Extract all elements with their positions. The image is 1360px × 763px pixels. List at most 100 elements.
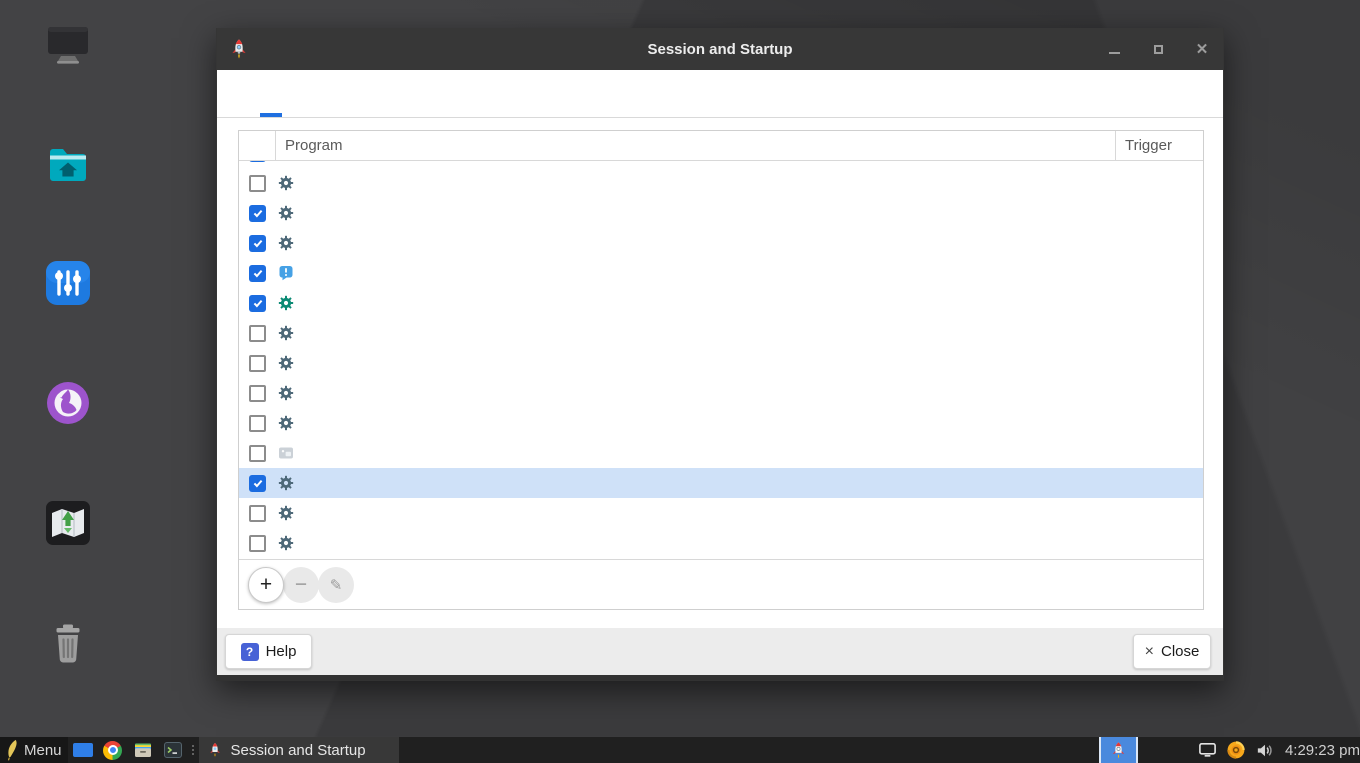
- help-button-label: Help: [266, 643, 297, 660]
- autostart-checkbox[interactable]: [249, 535, 266, 552]
- volume-icon[interactable]: [1255, 741, 1274, 760]
- rocket-icon: [1109, 741, 1128, 760]
- gear-icon: [278, 355, 294, 371]
- table-row[interactable]: [239, 378, 1203, 408]
- edit-entry-button[interactable]: ✎: [318, 567, 354, 603]
- table-row[interactable]: [239, 318, 1203, 348]
- onboard-icon: [278, 445, 294, 461]
- chrome-icon: [103, 741, 122, 760]
- minimize-button[interactable]: [1105, 40, 1123, 58]
- rocket-icon: [207, 742, 223, 758]
- control-panel-icon: [44, 259, 92, 312]
- table-row[interactable]: [239, 498, 1203, 528]
- tab-general[interactable]: [237, 70, 259, 117]
- gear-icon: [278, 385, 294, 401]
- show-desktop-button[interactable]: [71, 737, 95, 763]
- gear-icon: [278, 475, 294, 491]
- terminal-launcher[interactable]: [161, 737, 185, 763]
- gear-icon: [278, 415, 294, 431]
- table-row[interactable]: [239, 258, 1203, 288]
- maximize-button[interactable]: [1149, 40, 1167, 58]
- network-globe-icon: [44, 379, 92, 432]
- gear-icon: [278, 235, 294, 251]
- folder-home-icon: [44, 140, 92, 193]
- file-manager-launcher[interactable]: [131, 737, 155, 763]
- display-icon[interactable]: [1198, 742, 1217, 758]
- table-row[interactable]: [239, 468, 1203, 498]
- close-icon: ×: [1145, 643, 1154, 661]
- titlebar[interactable]: Session and Startup ✕: [217, 28, 1223, 70]
- tab-bar: [217, 70, 1223, 118]
- clock[interactable]: 4:29:23 pm: [1285, 742, 1360, 759]
- gear-icon: [278, 325, 294, 341]
- menu-feather-icon: [4, 739, 19, 761]
- dialog-footer: ? Help × Close: [217, 628, 1223, 675]
- table-row[interactable]: [239, 528, 1203, 558]
- remove-entry-button[interactable]: −: [283, 567, 319, 603]
- taskbar: Menu: [0, 737, 1360, 763]
- updates-icon[interactable]: [1226, 740, 1246, 760]
- autostart-checkbox[interactable]: [249, 325, 266, 342]
- close-window-button[interactable]: ✕: [1193, 40, 1211, 58]
- close-button[interactable]: × Close: [1133, 634, 1211, 669]
- help-manual-icon: [44, 499, 92, 552]
- autostart-table: Program Trigger: [238, 130, 1204, 610]
- desktop-icon-this-pc[interactable]: [8, 20, 128, 79]
- header-program[interactable]: Program: [276, 131, 1116, 160]
- autostart-checkbox[interactable]: [249, 295, 266, 312]
- desktop-icon-help-manual[interactable]: [8, 499, 128, 558]
- show-desktop-icon: [73, 743, 93, 757]
- desktop-icon-trash[interactable]: [8, 620, 128, 679]
- autostart-checkbox[interactable]: [249, 415, 266, 432]
- session-and-startup-window: Session and Startup ✕ Program Trigger: [216, 28, 1224, 681]
- desktop: Session and Startup ✕ Program Trigger: [0, 0, 1360, 763]
- desktop-icon-network[interactable]: [8, 379, 128, 438]
- autostart-checkbox[interactable]: [249, 355, 266, 372]
- terminal-icon: [163, 740, 183, 760]
- table-row[interactable]: [239, 438, 1203, 468]
- system-tray: [1198, 740, 1274, 760]
- autostart-checkbox[interactable]: [249, 235, 266, 252]
- tab-current-session[interactable]: [283, 70, 305, 117]
- autostart-row-list: [239, 161, 1203, 559]
- gear-icon: [278, 295, 294, 311]
- menu-label: Menu: [24, 742, 62, 759]
- table-row[interactable]: [239, 288, 1203, 318]
- list-toolbar: + − ✎: [239, 559, 1203, 610]
- panel-separator: [190, 737, 197, 763]
- table-row[interactable]: [239, 228, 1203, 258]
- help-icon: ?: [241, 643, 259, 661]
- table-row[interactable]: [239, 408, 1203, 438]
- autostart-checkbox[interactable]: [249, 175, 266, 192]
- table-row[interactable]: [239, 168, 1203, 198]
- help-button[interactable]: ? Help: [225, 634, 312, 669]
- table-row-partial[interactable]: [239, 161, 1203, 168]
- autostart-checkbox[interactable]: [249, 205, 266, 222]
- taskbar-window-button[interactable]: Session and Startup: [199, 737, 399, 763]
- header-checkbox-column[interactable]: [239, 131, 276, 160]
- table-row[interactable]: [239, 198, 1203, 228]
- file-manager-icon: [133, 740, 153, 760]
- table-row[interactable]: [239, 348, 1203, 378]
- chrome-launcher[interactable]: [101, 737, 125, 763]
- gear-icon: [278, 535, 294, 551]
- autostart-checkbox[interactable]: [249, 265, 266, 282]
- computer-icon: [44, 20, 92, 73]
- tab-advanced[interactable]: [306, 70, 328, 117]
- autostart-checkbox[interactable]: [249, 385, 266, 402]
- menu-button[interactable]: Menu: [0, 737, 68, 763]
- desktop-icon-control-pa-[interactable]: [8, 259, 128, 318]
- gear-icon: [278, 175, 294, 191]
- tab-application-autostart[interactable]: [260, 70, 282, 117]
- trash-icon: [44, 620, 92, 673]
- notification-icon: [278, 265, 294, 281]
- desktop-icon-user-files[interactable]: [8, 140, 128, 199]
- close-button-label: Close: [1161, 643, 1199, 660]
- autostart-checkbox[interactable]: [249, 445, 266, 462]
- autostart-checkbox[interactable]: [249, 505, 266, 522]
- header-trigger[interactable]: Trigger: [1116, 131, 1203, 160]
- autostart-checkbox[interactable]: [249, 475, 266, 492]
- active-app-dock-item[interactable]: [1099, 737, 1138, 763]
- autostart-checkbox[interactable]: [249, 161, 266, 162]
- add-entry-button[interactable]: +: [248, 567, 284, 603]
